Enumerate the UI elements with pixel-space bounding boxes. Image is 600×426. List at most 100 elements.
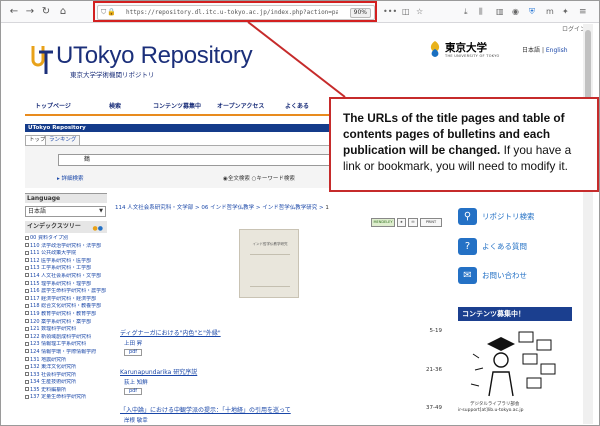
index-tree-item[interactable]: 118 総合文化研究科・教養学部 [25,303,107,311]
index-tree-item[interactable]: 133 社会科学研究所 [25,372,107,380]
expand-box-icon[interactable] [25,394,29,399]
index-tree-item[interactable]: 120 薬学系研究科・薬学部 [25,319,107,327]
expand-box-icon[interactable] [25,364,29,369]
notice-callout: The URLs of the title pages and table of… [329,97,599,192]
article-author[interactable]: 上田 昇 [124,339,442,347]
expand-box-icon[interactable] [25,258,29,263]
expand-box-icon[interactable] [25,326,29,331]
nav-top-page[interactable]: トップページ [35,101,71,110]
search-input[interactable]: 鶴 [58,154,354,166]
expand-box-icon[interactable] [25,319,29,324]
nav-faq[interactable]: よくある [285,101,309,110]
expand-box-icon[interactable] [25,341,29,346]
expand-box-icon[interactable] [25,357,29,361]
expand-box-icon[interactable] [25,311,29,316]
index-tree-item[interactable]: 124 情報学環・学際情報学府 [25,349,107,357]
article-title[interactable]: Karunapundarika 研究序説 [120,367,442,376]
index-tree-item[interactable]: 134 生産技術研究所 [25,379,107,387]
index-tree-item[interactable]: 122 新領域創成科学研究科 [25,334,107,342]
expand-box-icon[interactable] [25,288,29,293]
contact-link[interactable]: ✉ お問い合わせ [458,265,578,287]
expand-box-icon[interactable] [25,235,29,240]
extension-puzzle-icon[interactable]: ✦ [562,6,569,18]
reload-icon[interactable]: ↻ [39,5,53,19]
article-title[interactable]: 「入中論」における中観学派の提示：「十地経」の引用を巡って [120,405,442,414]
account-icon[interactable]: ◉ [512,6,519,18]
expand-box-icon[interactable] [25,243,29,248]
expand-box-icon[interactable] [25,296,29,301]
library-icon[interactable]: ⫼ [479,6,483,18]
nav-content-wanted[interactable]: コンテンツ募集中 [153,101,201,110]
share-icon[interactable]: ✉ [408,218,418,227]
pocket-icon[interactable]: ◫ [402,6,410,18]
lang-separator: | [541,47,544,54]
lang-japanese-link[interactable]: 日本語 [522,47,540,54]
university-logo[interactable]: 東京大学 THE UNIVERSITY OF TOKYO [428,40,510,64]
index-tree-item[interactable]: 00 資料タイプ別 [25,235,107,243]
breadcrumb-item[interactable]: インド哲学仏教学研究 [262,205,317,211]
home-icon[interactable]: ⌂ [56,5,70,19]
expand-box-icon[interactable] [25,273,29,278]
forward-icon[interactable]: → [23,5,37,19]
language-heading: Language [25,193,107,203]
nav-search[interactable]: 検索 [109,101,121,110]
repository-search-link[interactable]: ⚲ リポジトリ検索 [458,206,578,228]
index-tree-item[interactable]: 112 医学系研究科・医学部 [25,258,107,266]
expand-box-icon[interactable] [25,303,29,308]
index-tree-item[interactable]: 114 人文社会系研究科・文学部 [25,273,107,281]
graduate-illustration-icon[interactable] [467,324,563,401]
download-icon[interactable]: ⤓ [464,6,468,18]
pdf-link[interactable]: pdf [124,349,142,356]
breadcrumb-item[interactable]: 06 インド哲学仏教学 [201,205,254,211]
index-tree-toggle-icons[interactable]: ●● [93,223,104,234]
expand-box-icon[interactable] [25,379,29,384]
article-title[interactable]: ディグナーガにおける"内色"と"外縁" [120,328,442,337]
index-tree-item[interactable]: 135 史料編纂所 [25,387,107,395]
index-tree-item[interactable]: 111 公共政策大学院 [25,250,107,258]
sidebar-icon[interactable]: ▥ [496,6,504,18]
pdf-link[interactable]: pdf [124,388,142,395]
index-tree-item[interactable]: 113 工学系研究科・工学部 [25,265,107,273]
lang-english-link[interactable]: English [546,47,568,54]
extension-shield-icon[interactable]: ⛨ [529,6,535,18]
more-dots-icon[interactable]: ••• [383,6,397,18]
index-tree-item[interactable]: 123 情報理工学系研究科 [25,341,107,349]
tab-ranking[interactable]: ランキング [45,135,81,145]
extension-m-icon[interactable]: m [546,6,554,18]
index-tree-item-label: 122 新領域創成科学研究科 [30,333,92,340]
index-tree-item[interactable]: 131 地震研究所 [25,357,107,365]
faq-link[interactable]: ? よくある質問 [458,236,578,258]
index-tree-item[interactable]: 117 経済学研究科・経済学部 [25,296,107,304]
expand-box-icon[interactable] [25,334,29,339]
article-author[interactable]: 荻上 知鮮 [124,378,442,386]
index-tree-item[interactable]: 116 農学生命科学研究科・農学部 [25,288,107,296]
index-tree-item[interactable]: 137 定量生命科学研究所 [25,394,107,402]
index-tree-item-label: 110 法学政治学研究科・法学部 [30,242,102,249]
content-wanted-heading[interactable]: コンテンツ募集中！ [458,307,572,321]
chevron-down-icon: ▼ [99,208,103,214]
site-logo[interactable]: UTokyo Repository 東京大学学術機関リポジトリ [30,42,270,82]
breadcrumb-item[interactable]: 114 人文社会系研究科・文学部 [115,205,193,211]
index-tree-item[interactable]: 121 数理科学研究科 [25,326,107,334]
expand-box-icon[interactable] [25,349,29,354]
expand-box-icon[interactable] [25,387,29,392]
expand-box-icon[interactable] [25,265,29,270]
mendeley-button[interactable]: MENDELEY [371,218,395,227]
index-tree-item[interactable]: 132 東洋文化研究所 [25,364,107,372]
search-mode-options: ◉全文検索 ○キーワード検索 [223,174,295,182]
back-icon[interactable]: ← [7,5,21,19]
nav-open-access[interactable]: オープンアクセス [217,101,264,110]
expand-box-icon[interactable] [25,372,29,377]
expand-box-icon[interactable] [25,250,29,255]
index-tree-item[interactable]: 115 理学系研究科・理学部 [25,281,107,289]
index-tree-item[interactable]: 119 教育学研究科・教育学部 [25,311,107,319]
bookmark-icon[interactable]: ★ [397,218,406,227]
print-button[interactable]: PRINT [420,218,442,227]
index-tree-item[interactable]: 110 法学政治学研究科・法学部 [25,243,107,251]
expand-box-icon[interactable] [25,281,29,286]
bookmark-star-icon[interactable]: ☆ [416,6,423,18]
language-select[interactable]: 日本語 ▼ [25,206,106,217]
menu-icon[interactable]: ≡ [579,6,587,18]
detail-search-link[interactable]: ▸ 詳細検索 [57,174,84,182]
article-author[interactable]: 岸根 敏幸 [124,416,442,424]
